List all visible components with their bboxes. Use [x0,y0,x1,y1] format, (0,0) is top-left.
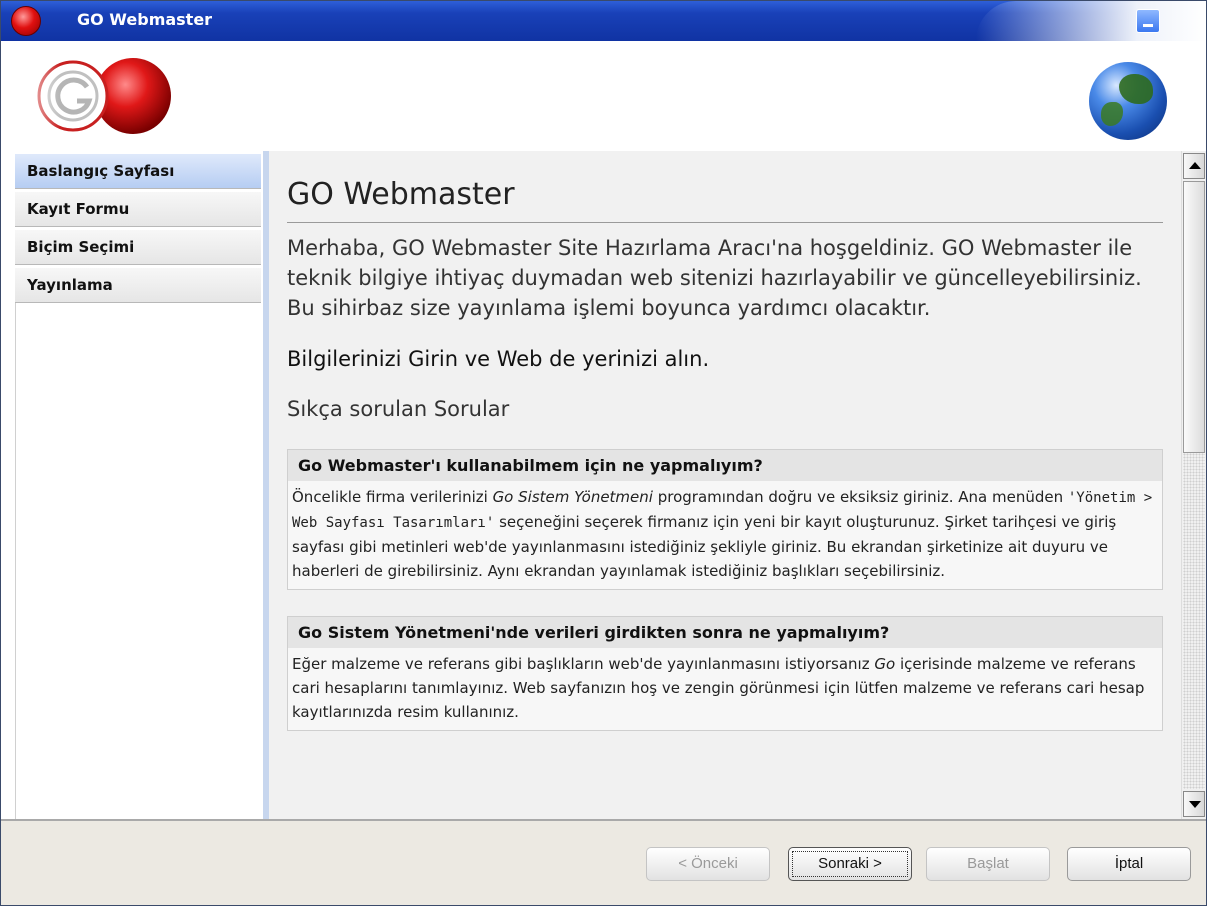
sidebar-item-yayinlama[interactable]: Yayınlama [15,267,261,303]
globe-land [1101,102,1123,126]
start-button[interactable]: Başlat [926,847,1050,881]
minimize-icon [1143,24,1153,27]
title-bar: GO Webmaster [1,1,1206,41]
content-body: GO Webmaster Merhaba, GO Webmaster Site … [287,177,1163,731]
next-button[interactable]: Sonraki > [788,847,912,881]
sidebar-item-bicim-secimi[interactable]: Biçim Seçimi [15,229,261,265]
arrow-up-icon [1189,162,1201,169]
scroll-track[interactable] [1183,453,1205,789]
header-banner [1,41,1206,151]
sidebar-empty-area [15,303,261,823]
faq-item: Go Sistem Yönetmeni'nde verileri girdikt… [287,616,1163,731]
cancel-button[interactable]: İptal [1067,847,1191,881]
faq-answer-text: Öncelikle firma verilerinizi [292,488,493,506]
faq-heading: Sıkça sorulan Sorular [287,397,510,421]
scroll-down-button[interactable] [1183,791,1205,817]
sidebar-item-kayit-formu[interactable]: Kayıt Formu [15,191,261,227]
wizard-footer: < Önceki Sonraki > Başlat İptal [1,819,1206,905]
page-title: GO Webmaster [287,177,1163,223]
window-title: GO Webmaster [77,10,213,29]
app-icon[interactable] [11,6,41,36]
vertical-scrollbar[interactable] [1181,151,1206,819]
faq-question: Go Sistem Yönetmeni'nde verileri girdikt… [288,617,1162,648]
globe-icon [1089,62,1167,140]
tagline: Bilgilerinizi Girin ve Web de yerinizi a… [287,347,710,371]
minimize-button[interactable] [1136,9,1160,33]
faq-answer-emphasis: Go Sistem Yönetmeni [492,488,653,506]
scroll-thumb[interactable] [1183,181,1205,453]
scroll-up-button[interactable] [1183,153,1205,179]
focus-ring [792,851,908,877]
globe-land [1119,74,1153,104]
intro-text: Merhaba, GO Webmaster Site Hazırlama Ara… [287,236,1142,320]
sidebar-item-baslangic[interactable]: Baslangıç Sayfası [15,153,261,189]
wizard-steps-sidebar: Baslangıç Sayfası Kayıt Formu Biçim Seçi… [1,151,269,823]
faq-question: Go Webmaster'ı kullanabilmem için ne yap… [288,450,1162,481]
app-window: GO Webmaster Baslangıç Sayfası Kayıt For… [0,0,1207,906]
faq-item: Go Webmaster'ı kullanabilmem için ne yap… [287,449,1163,590]
faq-answer: Eğer malzeme ve referans gibi başlıkları… [288,648,1162,730]
faq-answer: Öncelikle firma verilerinizi Go Sistem Y… [288,481,1162,589]
title-bar-fade [976,1,1206,41]
content-pane: GO Webmaster Merhaba, GO Webmaster Site … [269,151,1181,819]
faq-answer-text: Eğer malzeme ve referans gibi başlıkları… [292,655,875,673]
faq-answer-text: programından doğru ve eksiksiz giriniz. … [652,488,1068,506]
go-logo [15,57,171,135]
faq-answer-emphasis: Go [874,655,896,673]
arrow-down-icon [1189,801,1201,808]
prev-button[interactable]: < Önceki [646,847,770,881]
